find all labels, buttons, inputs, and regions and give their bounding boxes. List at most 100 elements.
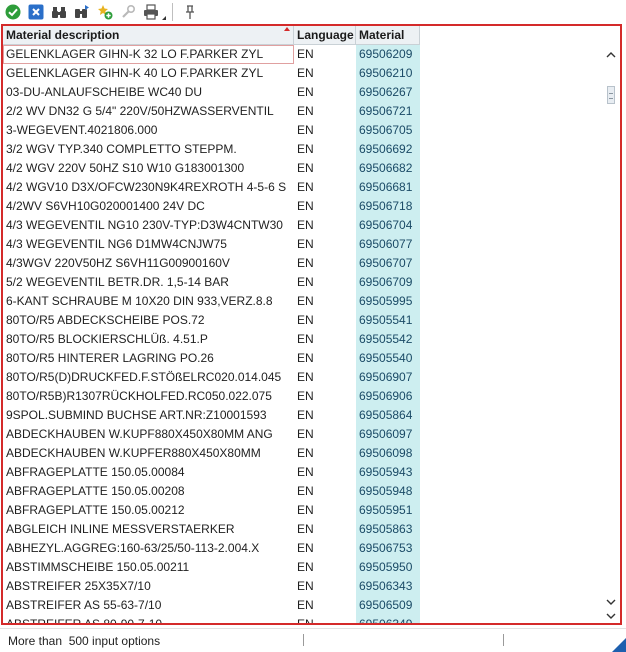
- table-row[interactable]: 80TO/R5 BLOCKIERSCHLÜß. 4.51.P EN 69505542: [3, 330, 420, 349]
- column-header-material[interactable]: Material: [356, 26, 420, 44]
- table-row[interactable]: ABDECKHAUBEN W.KUPF880X450X80MM ANG EN 695…: [3, 425, 420, 444]
- cell-material-description[interactable]: 80TO/R5 ABDECKSCHEIBE POS.72: [3, 311, 294, 330]
- cell-language[interactable]: EN: [294, 615, 356, 623]
- table-row[interactable]: 4/3WGV 220V50HZ S6VH11G00900160V EN 695067…: [3, 254, 420, 273]
- scrollbar-thumb[interactable]: [607, 86, 615, 104]
- cell-material-description[interactable]: 80TO/R5B)R1307RÜCKHOLFED.RC050.022.075: [3, 387, 294, 406]
- cell-material[interactable]: 69505864: [356, 406, 420, 425]
- cell-language[interactable]: EN: [294, 463, 356, 482]
- table-row[interactable]: 4/2WV S6VH10G020001400 24V DC EN 69506718: [3, 197, 420, 216]
- cell-material-description[interactable]: 4/3 WEGEVENTIL NG10 230V-TYP:D3W4CNTW30: [3, 216, 294, 235]
- cell-material[interactable]: 69506077: [356, 235, 420, 254]
- table-row[interactable]: 4/2 WGV10 D3X/OFCW230N9K4REXROTH 4-5-6 S…: [3, 178, 420, 197]
- cell-material[interactable]: 69505995: [356, 292, 420, 311]
- cell-language[interactable]: EN: [294, 216, 356, 235]
- cell-material[interactable]: 69506721: [356, 102, 420, 121]
- chevron-up-icon[interactable]: [605, 48, 617, 60]
- table-row[interactable]: ABFRAGEPLATTE 150.05.00208 EN 69505948: [3, 482, 420, 501]
- cell-language[interactable]: EN: [294, 235, 356, 254]
- table-row[interactable]: ABHEZYL.AGGREG:160-63/25/50-113-2.004.X E…: [3, 539, 420, 558]
- table-row[interactable]: 80TO/R5(D)DRUCKFED.F.STÖßELRC020.014.045…: [3, 368, 420, 387]
- find-next-button[interactable]: [72, 2, 92, 22]
- print-dropdown-icon[interactable]: [162, 16, 166, 20]
- table-row[interactable]: 4/2 WGV 220V 50HZ S10 W10 G183001300 EN 69…: [3, 159, 420, 178]
- cell-material[interactable]: 69506692: [356, 140, 420, 159]
- table-row[interactable]: 3-WEGEVENT.4021806.000 EN 69506705: [3, 121, 420, 140]
- cell-material[interactable]: 69506097: [356, 425, 420, 444]
- cell-material[interactable]: 69505540: [356, 349, 420, 368]
- cell-material-description[interactable]: ABSTREIFER 25X35X7/10: [3, 577, 294, 596]
- cell-material[interactable]: 69506682: [356, 159, 420, 178]
- cell-language[interactable]: EN: [294, 596, 356, 615]
- cell-material-description[interactable]: 80TO/R5 BLOCKIERSCHLÜß. 4.51.P: [3, 330, 294, 349]
- cell-language[interactable]: EN: [294, 64, 356, 83]
- cell-material[interactable]: 69505943: [356, 463, 420, 482]
- vertical-scrollbar[interactable]: [603, 46, 620, 623]
- cell-material[interactable]: 69506718: [356, 197, 420, 216]
- table-row[interactable]: 80TO/R5B)R1307RÜCKHOLFED.RC050.022.075 EN…: [3, 387, 420, 406]
- cell-material-description[interactable]: ABDECKHAUBEN W.KUPF880X450X80MM ANG: [3, 425, 294, 444]
- cell-material[interactable]: 69506209: [356, 45, 420, 64]
- table-row[interactable]: ABFRAGEPLATTE 150.05.00084 EN 69505943: [3, 463, 420, 482]
- cell-material-description[interactable]: GELENKLAGER GIHN-K 32 LO F.PARKER ZYL: [3, 45, 294, 64]
- cell-material-description[interactable]: 4/3WGV 220V50HZ S6VH11G00900160V: [3, 254, 294, 273]
- cell-material-description[interactable]: ABHEZYL.AGGREG:160-63/25/50-113-2.004.X: [3, 539, 294, 558]
- cell-language[interactable]: EN: [294, 501, 356, 520]
- cell-language[interactable]: EN: [294, 330, 356, 349]
- cell-material-description[interactable]: ABSTIMMSCHEIBE 150.05.00211: [3, 558, 294, 577]
- cell-material-description[interactable]: 80TO/R5(D)DRUCKFED.F.STÖßELRC020.014.045: [3, 368, 294, 387]
- cell-material-description[interactable]: 3-WEGEVENT.4021806.000: [3, 121, 294, 140]
- cell-language[interactable]: EN: [294, 311, 356, 330]
- cell-material-description[interactable]: 03-DU-ANLAUFSCHEIBE WC40 DU: [3, 83, 294, 102]
- cell-language[interactable]: EN: [294, 558, 356, 577]
- cell-language[interactable]: EN: [294, 83, 356, 102]
- table-row[interactable]: 80TO/R5 ABDECKSCHEIBE POS.72 EN 69505541: [3, 311, 420, 330]
- cell-language[interactable]: EN: [294, 140, 356, 159]
- cell-material[interactable]: 69506709: [356, 273, 420, 292]
- cell-language[interactable]: EN: [294, 102, 356, 121]
- chevron-down-icon[interactable]: [605, 596, 617, 608]
- cell-material[interactable]: 69506349: [356, 615, 420, 623]
- cell-material-description[interactable]: 3/2 WGV TYP.340 COMPLETTO STEPPM.: [3, 140, 294, 159]
- cell-material[interactable]: 69506705: [356, 121, 420, 140]
- cell-material-description[interactable]: ABFRAGEPLATTE 150.05.00084: [3, 463, 294, 482]
- cell-material[interactable]: 69505863: [356, 520, 420, 539]
- settings-button[interactable]: [118, 2, 138, 22]
- cell-material[interactable]: 69505951: [356, 501, 420, 520]
- cell-material-description[interactable]: ABGLEICH INLINE MESSVERSTAERKER: [3, 520, 294, 539]
- table-row[interactable]: GELENKLAGER GIHN-K 32 LO F.PARKER ZYL EN 6…: [3, 45, 420, 64]
- cell-language[interactable]: EN: [294, 45, 356, 64]
- cell-language[interactable]: EN: [294, 292, 356, 311]
- cell-language[interactable]: EN: [294, 520, 356, 539]
- cell-material[interactable]: 69506098: [356, 444, 420, 463]
- table-row[interactable]: 03-DU-ANLAUFSCHEIBE WC40 DU EN 69506267: [3, 83, 420, 102]
- column-header-material-description[interactable]: Material description: [3, 26, 294, 44]
- table-row[interactable]: 9SPOL.SUBMIND BUCHSE ART.NR:Z10001593 EN 6…: [3, 406, 420, 425]
- find-button[interactable]: [49, 2, 69, 22]
- cell-language[interactable]: EN: [294, 406, 356, 425]
- cell-language[interactable]: EN: [294, 197, 356, 216]
- cell-language[interactable]: EN: [294, 444, 356, 463]
- table-row[interactable]: 2/2 WV DN32 G 5/4" 220V/50HZWASSERVENTIL…: [3, 102, 420, 121]
- cell-material-description[interactable]: GELENKLAGER GIHN-K 40 LO F.PARKER ZYL: [3, 64, 294, 83]
- cell-material[interactable]: 69506753: [356, 539, 420, 558]
- cell-material[interactable]: 69506343: [356, 577, 420, 596]
- cell-material-description[interactable]: ABSTREIFER AS 80-90-7-10: [3, 615, 294, 623]
- continue-button[interactable]: [3, 2, 23, 22]
- cell-language[interactable]: EN: [294, 178, 356, 197]
- table-row[interactable]: 4/3 WEGEVENTIL NG10 230V-TYP:D3W4CNTW30 E…: [3, 216, 420, 235]
- cell-material-description[interactable]: ABSTREIFER AS 55-63-7/10: [3, 596, 294, 615]
- table-row[interactable]: ABFRAGEPLATTE 150.05.00212 EN 69505951: [3, 501, 420, 520]
- table-row[interactable]: GELENKLAGER GIHN-K 40 LO F.PARKER ZYL EN 6…: [3, 64, 420, 83]
- cell-material-description[interactable]: 4/2 WGV10 D3X/OFCW230N9K4REXROTH 4-5-6 S: [3, 178, 294, 197]
- cell-material-description[interactable]: 4/3 WEGEVENTIL NG6 D1MW4CNJW75: [3, 235, 294, 254]
- cell-language[interactable]: EN: [294, 121, 356, 140]
- cell-language[interactable]: EN: [294, 577, 356, 596]
- table-row[interactable]: ABDECKHAUBEN W.KUPFER880X450X80MM EN 69506…: [3, 444, 420, 463]
- chevron-down-icon[interactable]: [605, 610, 617, 622]
- cell-material[interactable]: 69506704: [356, 216, 420, 235]
- table-row[interactable]: ABSTREIFER 25X35X7/10 EN 69506343: [3, 577, 420, 596]
- cell-material-description[interactable]: 2/2 WV DN32 G 5/4" 220V/50HZWASSERVENTIL: [3, 102, 294, 121]
- cell-language[interactable]: EN: [294, 273, 356, 292]
- cell-material[interactable]: 69505950: [356, 558, 420, 577]
